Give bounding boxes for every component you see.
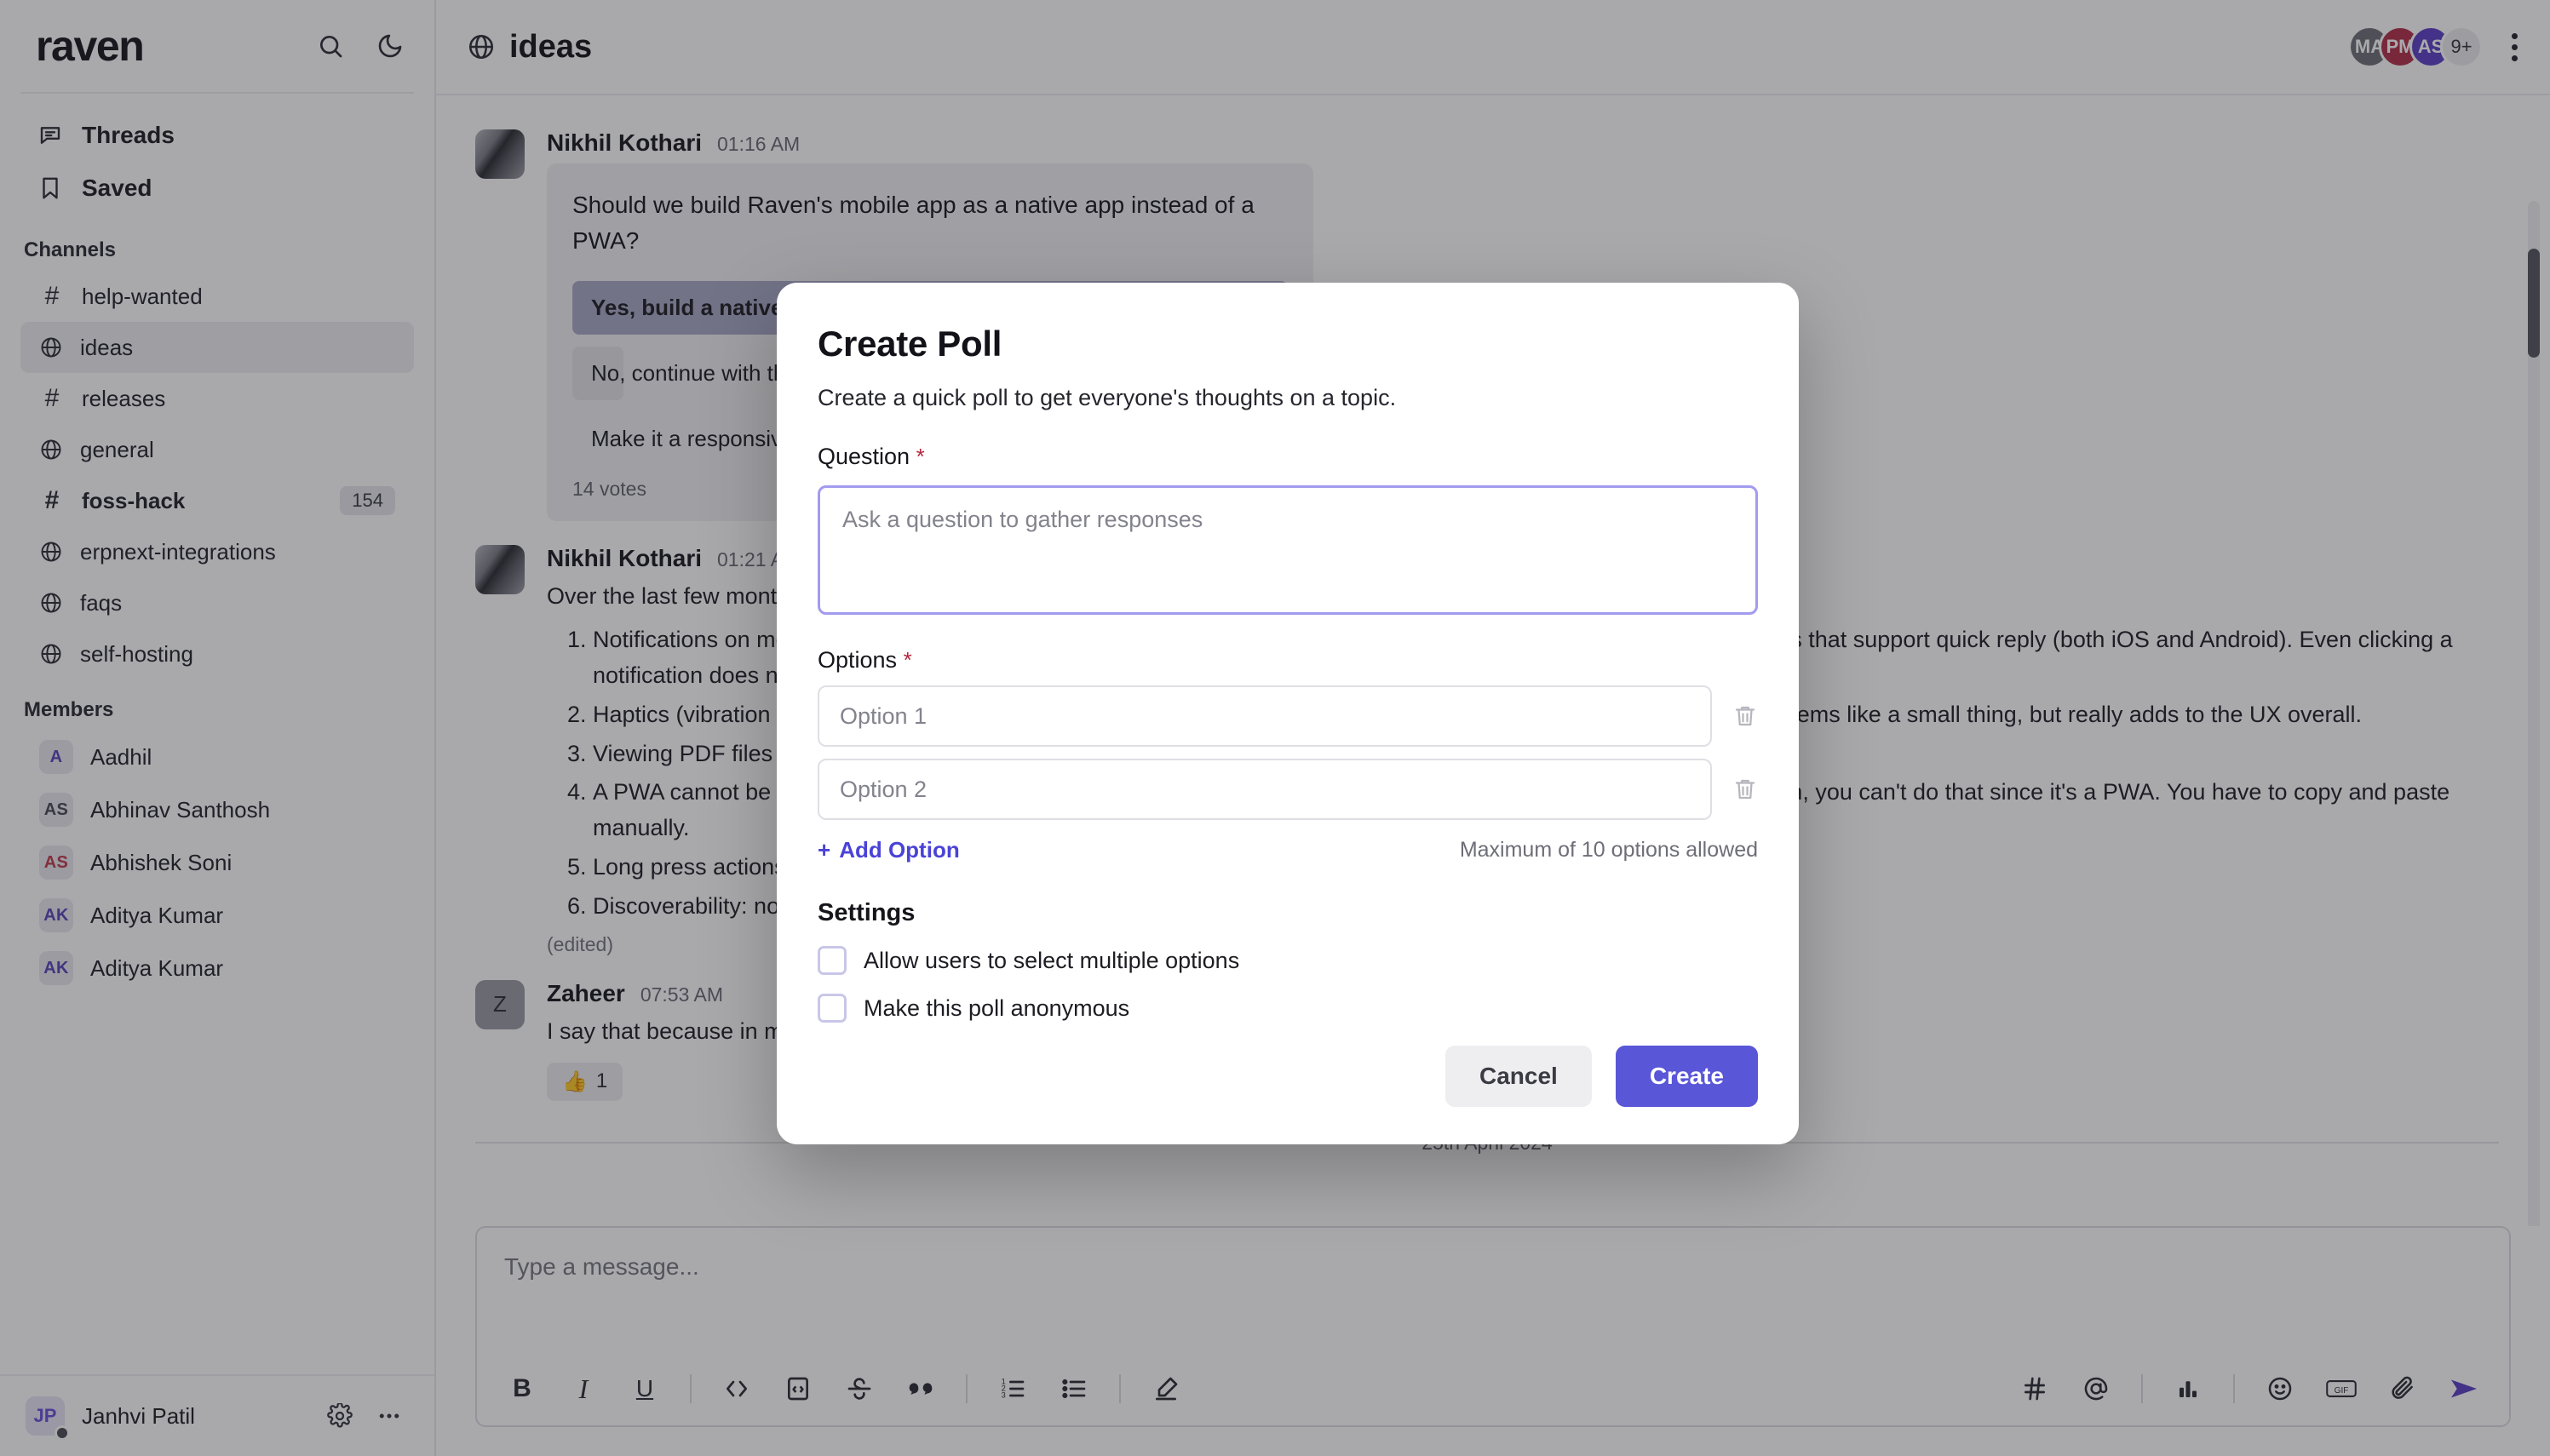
poll-option-input-1[interactable]: Option 1	[818, 685, 1712, 747]
app-root: raven Threads Saved Channels # help-want…	[0, 0, 2550, 1456]
cancel-button[interactable]: Cancel	[1445, 1046, 1592, 1107]
max-options-note: Maximum of 10 options allowed	[1459, 838, 1758, 862]
poll-option-input-2[interactable]: Option 2	[818, 759, 1712, 820]
poll-options-list: Option 1 Option 2	[818, 674, 1758, 820]
create-poll-dialog: Create Poll Create a quick poll to get e…	[777, 283, 1799, 1144]
options-label: Options *	[818, 647, 1758, 674]
add-option-label: Add Option	[839, 837, 960, 863]
dialog-subtitle: Create a quick poll to get everyone's th…	[818, 385, 1397, 410]
checkbox[interactable]	[818, 994, 847, 1023]
delete-option-icon[interactable]	[1732, 703, 1758, 729]
delete-option-icon[interactable]	[1732, 777, 1758, 802]
setting-checkbox-row[interactable]: Make this poll anonymous	[818, 994, 1758, 1023]
settings-checkbox-list: Allow users to select multiple options Ma…	[818, 927, 1758, 1023]
setting-checkbox-row[interactable]: Allow users to select multiple options	[818, 946, 1758, 975]
settings-heading: Settings	[818, 899, 916, 926]
options-footer: + Add Option Maximum of 10 options allow…	[818, 837, 1758, 863]
question-label-text: Question	[818, 444, 910, 469]
dialog-actions: Cancel Create	[818, 1046, 1758, 1107]
required-mark: *	[903, 647, 912, 673]
checkbox-label: Make this poll anonymous	[864, 995, 1130, 1021]
poll-option-row: Option 2	[818, 759, 1758, 820]
create-button[interactable]: Create	[1615, 1046, 1758, 1107]
options-label-text: Options	[818, 647, 898, 673]
add-option-button[interactable]: + Add Option	[818, 837, 960, 863]
plus-icon: +	[818, 837, 831, 863]
poll-option-row: Option 1	[818, 685, 1758, 747]
checkbox[interactable]	[818, 946, 847, 975]
question-label: Question *	[818, 444, 1758, 470]
checkbox-label: Allow users to select multiple options	[864, 947, 1240, 973]
question-input[interactable]: Ask a question to gather responses	[818, 485, 1758, 615]
dialog-title: Create Poll	[818, 324, 1002, 364]
required-mark: *	[916, 444, 925, 469]
